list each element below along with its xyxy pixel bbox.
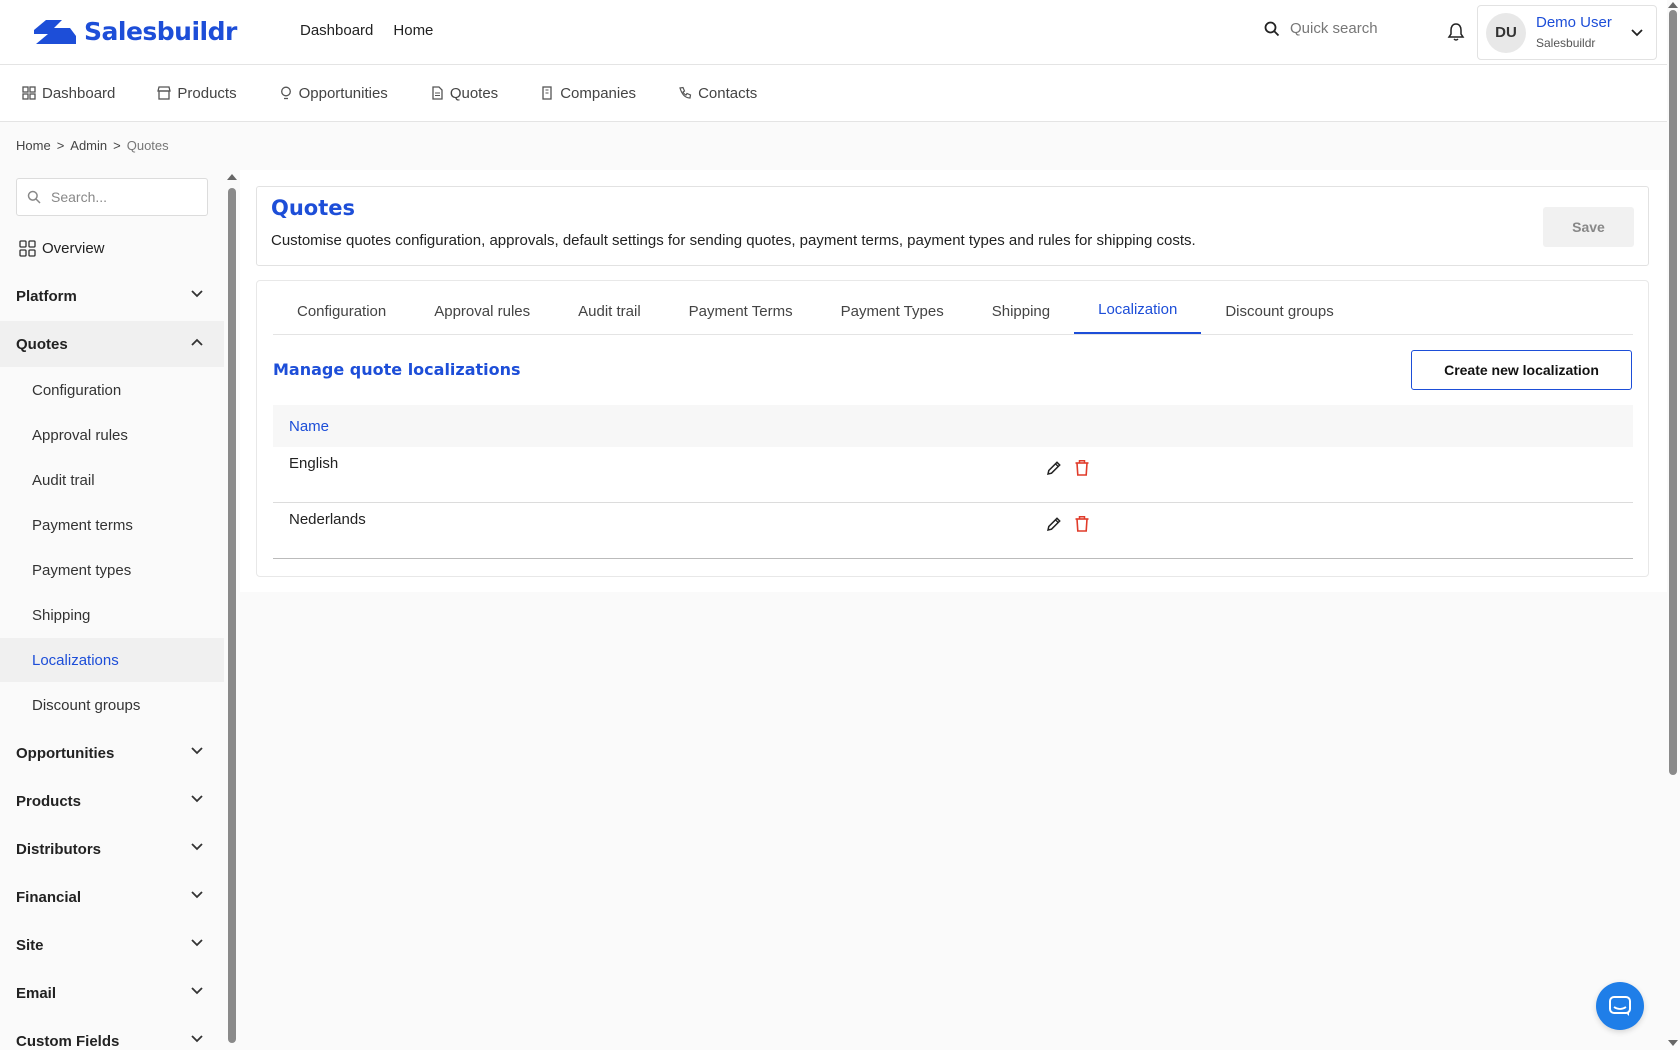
nav-dashboard[interactable]: Dashboard <box>22 85 115 102</box>
sidebar-group-site[interactable]: Site <box>0 922 224 968</box>
dashboard-icon <box>22 86 36 100</box>
avatar: DU <box>1486 12 1526 53</box>
chevron-down-icon <box>191 843 203 851</box>
chevron-down-icon <box>191 747 203 755</box>
main-nav: Dashboard Products Opportunities Quotes … <box>0 65 1667 122</box>
sidebar-group-platform[interactable]: Platform <box>0 273 224 319</box>
sidebar-item-approval-rules[interactable]: Approval rules <box>0 413 224 457</box>
sidebar-group-distributors[interactable]: Distributors <box>0 826 224 872</box>
breadcrumb-current: Quotes <box>126 138 169 153</box>
sidebar-item-payment-types[interactable]: Payment types <box>0 548 224 592</box>
page-title: Quotes <box>271 196 356 220</box>
search-icon <box>27 190 41 204</box>
sidebar-item-overview[interactable]: Overview <box>0 228 224 268</box>
sidebar-item-payment-terms[interactable]: Payment terms <box>0 503 224 547</box>
tab-payment-types[interactable]: Payment Types <box>817 280 968 334</box>
breadcrumb: Home > Admin > Quotes <box>16 138 169 153</box>
phone-icon <box>679 86 692 99</box>
table-header-name[interactable]: Name <box>273 405 1633 447</box>
localization-name: Nederlands <box>289 511 366 528</box>
sidebar-item-localizations[interactable]: Localizations <box>0 638 224 682</box>
sidebar-group-custom-fields[interactable]: Custom Fields <box>0 1018 224 1050</box>
table-row: English <box>273 447 1633 503</box>
bell-icon[interactable] <box>1446 22 1466 42</box>
page-header-card: Quotes Customise quotes configuration, a… <box>256 186 1649 266</box>
store-icon <box>157 86 172 100</box>
chevron-down-icon <box>191 795 203 803</box>
page-description: Customise quotes configuration, approval… <box>271 232 1196 249</box>
breadcrumb-home[interactable]: Home <box>16 138 51 153</box>
tab-audit-trail[interactable]: Audit trail <box>554 280 665 334</box>
salesbuildr-logo-icon <box>34 20 76 44</box>
sidebar-group-products[interactable]: Products <box>0 778 224 824</box>
chevron-up-icon <box>191 338 203 346</box>
brand-name: Salesbuildr <box>84 16 237 46</box>
sidebar-group-opportunities[interactable]: Opportunities <box>0 730 224 776</box>
chevron-down-icon <box>191 939 203 947</box>
table-row: Nederlands <box>273 503 1633 559</box>
nav-quotes[interactable]: Quotes <box>430 85 498 102</box>
grid-icon <box>19 239 36 257</box>
lightbulb-icon <box>280 86 291 100</box>
localizations-table: Name English Nederlands <box>273 405 1633 559</box>
sidebar-item-discount-groups[interactable]: Discount groups <box>0 683 224 727</box>
pencil-icon[interactable] <box>1046 516 1062 532</box>
admin-sidebar: Search... Overview Platform Quotes Confi… <box>0 170 225 1050</box>
sidebar-group-financial[interactable]: Financial <box>0 874 224 920</box>
nav-opportunities[interactable]: Opportunities <box>279 85 388 102</box>
sidebar-scrollbar[interactable] <box>228 188 236 1043</box>
tab-discount-groups[interactable]: Discount groups <box>1201 280 1357 334</box>
quick-search-placeholder: Quick search <box>1290 20 1378 37</box>
top-header: Salesbuildr Dashboard Home Quick search … <box>0 0 1667 65</box>
localization-name: English <box>289 455 339 472</box>
save-button[interactable]: Save <box>1543 207 1634 247</box>
chat-icon <box>1609 996 1631 1016</box>
chevron-down-icon <box>191 891 203 899</box>
user-org: Salesbuildr <box>1536 35 1596 50</box>
chat-launcher-button[interactable] <box>1596 982 1644 1030</box>
create-localization-button[interactable]: Create new localization <box>1411 350 1632 390</box>
brand-logo[interactable]: Salesbuildr <box>32 16 237 46</box>
chevron-down-icon <box>191 290 203 298</box>
tab-localization[interactable]: Localization <box>1074 280 1202 334</box>
nav-products[interactable]: Products <box>157 85 237 102</box>
page-scroll-up-arrow[interactable] <box>1668 2 1678 8</box>
chevron-down-icon <box>191 987 203 995</box>
tab-payment-terms[interactable]: Payment Terms <box>665 280 817 334</box>
document-icon <box>432 86 443 100</box>
tab-configuration[interactable]: Configuration <box>273 280 410 334</box>
pencil-icon[interactable] <box>1046 460 1062 476</box>
page-scrollbar[interactable] <box>1669 10 1677 775</box>
sidebar-scroll-up-arrow[interactable] <box>227 174 237 180</box>
top-nav-dashboard[interactable]: Dashboard <box>300 22 373 39</box>
trash-icon[interactable] <box>1074 515 1090 533</box>
top-nav-home[interactable]: Home <box>393 22 433 39</box>
tab-bar: Configuration Approval rules Audit trail… <box>273 281 1633 335</box>
sidebar-search-input[interactable]: Search... <box>16 178 208 216</box>
tab-approval-rules[interactable]: Approval rules <box>410 280 554 334</box>
chevron-down-icon <box>1631 29 1643 37</box>
quick-search[interactable]: Quick search <box>1264 20 1378 37</box>
user-name: Demo User <box>1536 14 1612 32</box>
section-title: Manage quote localizations <box>273 360 521 379</box>
sidebar-group-email[interactable]: Email <box>0 970 224 1016</box>
building-icon <box>542 86 552 100</box>
page-scroll-down-arrow[interactable] <box>1668 1040 1678 1046</box>
nav-contacts[interactable]: Contacts <box>678 85 757 102</box>
sidebar-search-placeholder: Search... <box>51 189 108 205</box>
user-menu[interactable]: DU Demo User Salesbuildr <box>1477 5 1657 60</box>
tab-shipping[interactable]: Shipping <box>968 280 1074 334</box>
sidebar-item-audit-trail[interactable]: Audit trail <box>0 458 224 502</box>
sidebar-group-quotes[interactable]: Quotes <box>0 321 224 367</box>
breadcrumb-admin[interactable]: Admin <box>70 138 107 153</box>
sidebar-item-configuration[interactable]: Configuration <box>0 368 224 412</box>
trash-icon[interactable] <box>1074 459 1090 477</box>
nav-companies[interactable]: Companies <box>540 85 636 102</box>
chevron-down-icon <box>191 1035 203 1043</box>
search-icon <box>1264 21 1280 36</box>
localization-card: Configuration Approval rules Audit trail… <box>256 280 1649 577</box>
top-nav: Dashboard Home <box>300 22 433 39</box>
sidebar-item-shipping[interactable]: Shipping <box>0 593 224 637</box>
